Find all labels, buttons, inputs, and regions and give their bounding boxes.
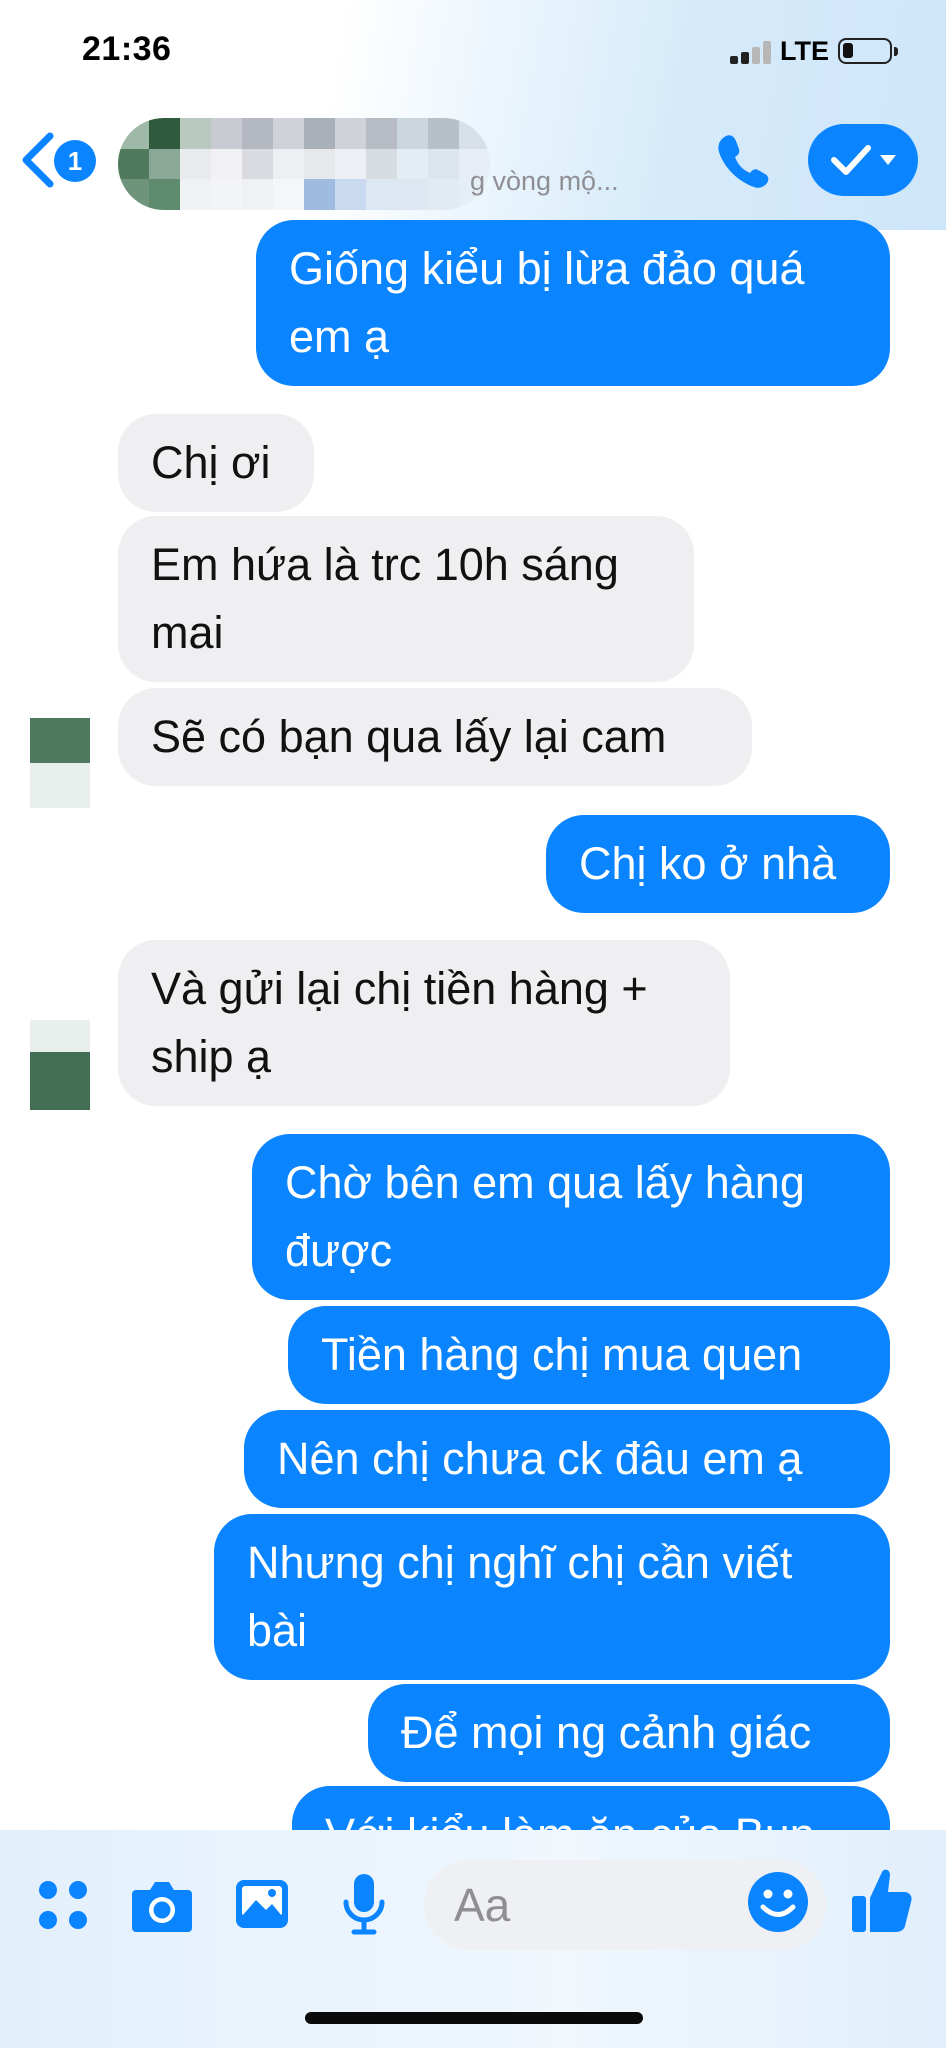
- contact-name-pixelated[interactable]: [118, 118, 490, 210]
- message-input-placeholder: Aa: [454, 1879, 511, 1931]
- message-bubble-incoming[interactable]: Sẽ có bạn qua lấy lại cam: [118, 688, 752, 786]
- emoji-icon[interactable]: [746, 1870, 810, 1934]
- message-bubble-outgoing[interactable]: Với kiểu làm ăn của Bun: [292, 1786, 890, 1830]
- sender-avatar-pixelated[interactable]: [30, 1020, 90, 1110]
- sender-avatar-pixelated[interactable]: [30, 718, 90, 808]
- checkmark-icon: [831, 145, 896, 175]
- signal-strength-icon: [730, 40, 776, 64]
- message-bubble-outgoing[interactable]: Tiền hàng chị mua quen: [288, 1306, 890, 1404]
- thumbs-up-icon[interactable]: [850, 1866, 914, 1936]
- battery-low-icon: [838, 38, 898, 64]
- apps-grid-icon[interactable]: [36, 1878, 90, 1932]
- contact-status: g vòng mộ...: [470, 166, 619, 196]
- message-clip: Với kiểu làm ăn của Bun: [0, 1786, 946, 1830]
- message-bubble-outgoing[interactable]: Giống kiểu bị lừa đảo quá em ạ: [256, 220, 890, 386]
- message-bubble-incoming[interactable]: Và gửi lại chị tiền hàng + ship ạ: [118, 940, 730, 1106]
- microphone-icon[interactable]: [340, 1872, 388, 1936]
- message-bubble-outgoing[interactable]: Để mọi ng cảnh giác: [368, 1684, 890, 1782]
- unread-count-badge[interactable]: 1: [54, 140, 96, 182]
- photo-gallery-icon[interactable]: [234, 1876, 290, 1932]
- status-time: 21:36: [82, 30, 172, 68]
- message-bubble-outgoing[interactable]: Nên chị chưa ck đâu em ạ: [244, 1410, 890, 1508]
- message-bubble-outgoing[interactable]: Chị ko ở nhà: [546, 815, 890, 913]
- phone-icon[interactable]: [712, 130, 772, 190]
- message-bubble-outgoing[interactable]: Chờ bên em qua lấy hàng được: [252, 1134, 890, 1300]
- network-type: LTE: [780, 36, 829, 66]
- home-indicator: [305, 2012, 643, 2024]
- message-bubble-incoming[interactable]: Em hứa là trc 10h sáng mai: [118, 516, 694, 682]
- camera-icon[interactable]: [130, 1876, 194, 1934]
- message-bubble-incoming[interactable]: Chị ơi: [118, 414, 314, 512]
- back-chevron-icon[interactable]: [18, 130, 58, 190]
- video-call-button[interactable]: [808, 124, 918, 196]
- message-bubble-outgoing[interactable]: Nhưng chị nghĩ chị cần viết bài: [214, 1514, 890, 1680]
